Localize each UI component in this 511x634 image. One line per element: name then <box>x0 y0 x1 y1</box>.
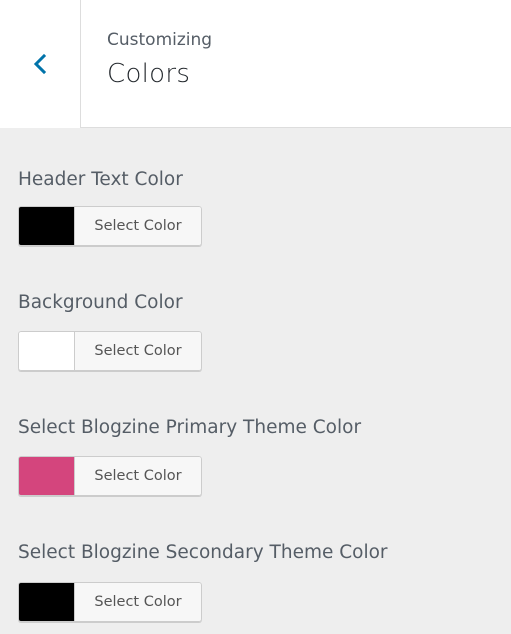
control-label: Header Text Color <box>18 169 183 190</box>
color-picker[interactable]: Select Color <box>18 206 202 246</box>
color-picker[interactable]: Select Color <box>18 331 202 371</box>
color-swatch[interactable] <box>18 331 74 371</box>
control-label: Select Blogzine Secondary Theme Color <box>18 542 388 563</box>
color-picker[interactable]: Select Color <box>18 456 202 496</box>
breadcrumb: Customizing <box>107 30 213 50</box>
header-text: Customizing Colors <box>107 26 212 92</box>
chevron-left-icon <box>33 53 47 75</box>
select-color-button[interactable]: Select Color <box>74 582 202 622</box>
control-label: Select Blogzine Primary Theme Color <box>18 417 362 438</box>
control-label: Background Color <box>18 292 183 313</box>
color-swatch[interactable] <box>18 456 74 496</box>
color-swatch[interactable] <box>18 206 74 246</box>
select-color-button[interactable]: Select Color <box>74 456 202 496</box>
back-button[interactable] <box>0 0 81 128</box>
color-swatch[interactable] <box>18 582 74 622</box>
select-color-button[interactable]: Select Color <box>74 206 202 246</box>
control-primary-theme-color: Select Blogzine Primary Theme Color Sele… <box>18 415 362 496</box>
control-background-color: Background Color Select Color <box>18 290 202 371</box>
select-color-button[interactable]: Select Color <box>74 331 202 371</box>
customizer-header: Customizing Colors <box>0 0 511 128</box>
page-title: Colors <box>107 59 191 89</box>
control-header-text-color: Header Text Color Select Color <box>18 167 202 246</box>
color-picker[interactable]: Select Color <box>18 582 202 622</box>
control-secondary-theme-color: Select Blogzine Secondary Theme Color Se… <box>18 540 388 622</box>
